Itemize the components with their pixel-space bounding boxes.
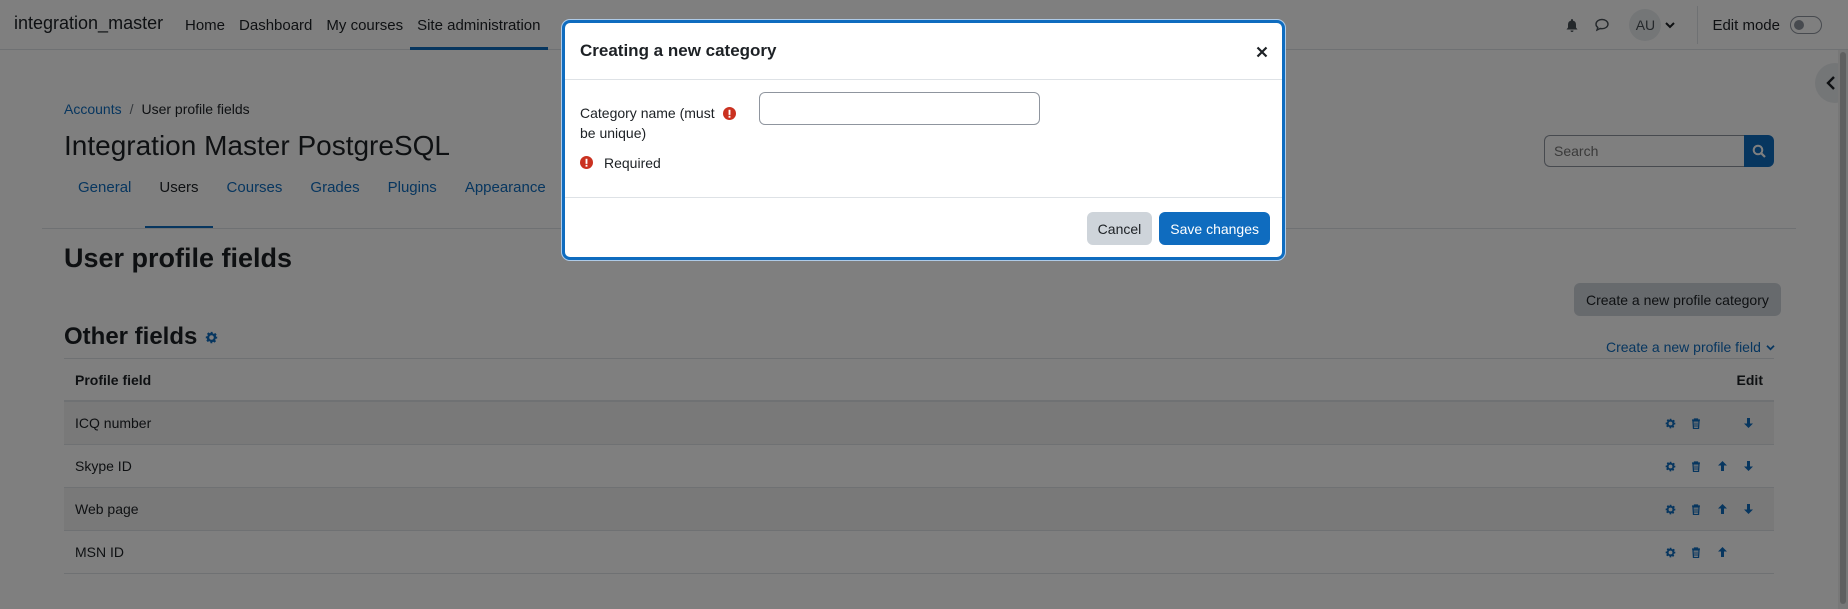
required-message: Required (604, 155, 661, 171)
exclamation-icon (723, 107, 736, 120)
create-category-modal: Creating a new category Category name (m… (562, 20, 1285, 260)
category-name-label: Category name (must be unique) (580, 105, 715, 141)
modal-footer: Cancel Save changes (1086, 212, 1270, 245)
close-icon[interactable] (1256, 40, 1268, 62)
modal-title: Creating a new category (580, 41, 777, 60)
category-name-field-wrapper (759, 92, 1040, 125)
category-name-field[interactable] (759, 92, 1040, 125)
modal-header: Creating a new category (565, 23, 1282, 80)
cancel-button[interactable]: Cancel (1086, 212, 1153, 245)
exclamation-icon (580, 156, 593, 169)
modal-body: Category name (must be unique) Required (565, 80, 1282, 198)
save-changes-button[interactable]: Save changes (1159, 212, 1270, 245)
